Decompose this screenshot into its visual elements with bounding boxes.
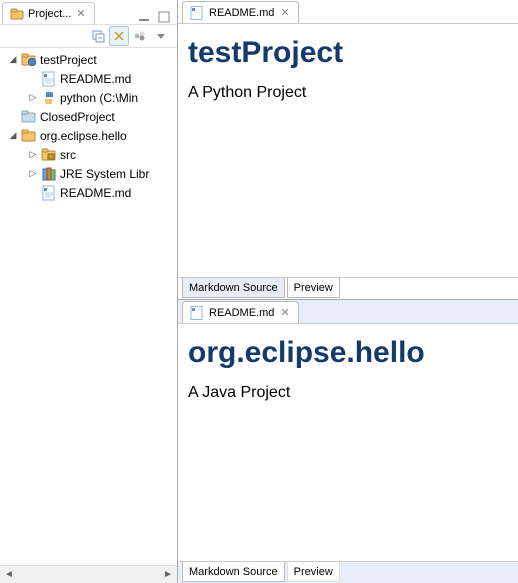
md-file-icon xyxy=(41,185,57,201)
project-explorer-tab[interactable]: Project... ✕ xyxy=(2,2,95,24)
preview-paragraph: A Java Project xyxy=(188,384,508,402)
markdown-source-tab[interactable]: Markdown Source xyxy=(182,562,285,582)
editor-readme-eclipse: README.md ✕ org.eclipse.hello A Java Pro… xyxy=(178,300,518,583)
editor-preview-body: testProject A Python Project xyxy=(178,24,518,277)
editor-bottom-tabs: Markdown Source Preview xyxy=(178,277,518,299)
horizontal-scrollbar[interactable]: ◄ ► xyxy=(0,565,177,583)
editor-readme-testproject: README.md ✕ testProject A Python Project… xyxy=(178,0,518,300)
project-explorer-toolbar xyxy=(0,24,177,48)
editor-tab-label: README.md xyxy=(209,7,274,19)
maximize-icon[interactable] xyxy=(157,10,171,24)
python-icon xyxy=(41,90,57,106)
jre-library-icon xyxy=(41,166,57,182)
md-file-icon xyxy=(41,71,57,87)
closed-project-icon xyxy=(21,109,37,125)
editor-tab[interactable]: README.md ✕ xyxy=(182,1,299,23)
close-icon[interactable]: ✕ xyxy=(278,6,291,19)
project-explorer-tab-label: Project... xyxy=(28,8,71,20)
md-file-icon xyxy=(189,5,205,21)
link-with-editor-button[interactable] xyxy=(109,26,129,46)
expand-toggle-icon[interactable]: ◢ xyxy=(8,55,18,65)
python-project-icon xyxy=(21,52,37,68)
preview-heading: org.eclipse.hello xyxy=(188,336,508,370)
view-menu-button[interactable] xyxy=(151,26,171,46)
tree-node-org-eclipse-hello[interactable]: ◢ org.eclipse.hello xyxy=(0,126,177,145)
project-tree: ◢ testProject ▸ README.md ▷ python (C:\M… xyxy=(0,48,177,565)
tree-label: testProject xyxy=(40,53,97,67)
tree-label: src xyxy=(60,148,76,162)
tree-label: ClosedProject xyxy=(40,110,115,124)
preview-tab[interactable]: Preview xyxy=(287,278,340,298)
editor-area: README.md ✕ testProject A Python Project… xyxy=(178,0,518,583)
close-icon[interactable]: ✕ xyxy=(278,306,291,319)
scroll-left-button[interactable]: ◄ xyxy=(0,567,18,583)
preview-tab[interactable]: Preview xyxy=(287,562,340,582)
tree-node-src[interactable]: ▷ src xyxy=(0,145,177,164)
expand-toggle-icon[interactable]: ◢ xyxy=(8,131,18,141)
md-file-icon xyxy=(189,305,205,321)
editor-tab[interactable]: README.md ✕ xyxy=(182,301,299,323)
editor-bottom-tabs: Markdown Source Preview xyxy=(178,561,518,583)
expand-toggle-icon[interactable]: ▷ xyxy=(28,169,38,179)
tree-node-closedproject[interactable]: ▸ ClosedProject xyxy=(0,107,177,126)
tree-label: JRE System Libr xyxy=(60,167,149,181)
tree-label: python (C:\Min xyxy=(60,91,138,105)
tree-label: README.md xyxy=(60,72,131,86)
expand-toggle-icon[interactable]: ▷ xyxy=(28,150,38,160)
editor-tab-label: README.md xyxy=(209,307,274,319)
minimize-icon[interactable] xyxy=(137,10,151,24)
tree-node-jre-system-library[interactable]: ▷ JRE System Libr xyxy=(0,164,177,183)
java-project-icon xyxy=(21,128,37,144)
tree-node-testproject[interactable]: ◢ testProject xyxy=(0,50,177,69)
preview-heading: testProject xyxy=(188,36,508,70)
tree-label: org.eclipse.hello xyxy=(40,129,127,143)
tree-label: README.md xyxy=(60,186,131,200)
project-explorer-view: Project... ✕ ◢ testProject xyxy=(0,0,178,583)
preview-paragraph: A Python Project xyxy=(188,84,508,102)
tree-node-readme-eclipse[interactable]: ▸ README.md xyxy=(0,183,177,202)
collapse-all-button[interactable] xyxy=(88,26,108,46)
view-tabbar: Project... ✕ xyxy=(0,0,177,24)
tree-node-python-env[interactable]: ▷ python (C:\Min xyxy=(0,88,177,107)
close-icon[interactable]: ✕ xyxy=(74,7,87,20)
expand-toggle-icon[interactable]: ▷ xyxy=(28,93,38,103)
editor-tabbar: README.md ✕ xyxy=(178,0,518,24)
scroll-right-button[interactable]: ► xyxy=(159,567,177,583)
folder-nav-icon xyxy=(9,6,25,22)
markdown-source-tab[interactable]: Markdown Source xyxy=(182,278,285,298)
filters-button[interactable] xyxy=(130,26,150,46)
package-folder-icon xyxy=(41,147,57,163)
editor-preview-body: org.eclipse.hello A Java Project xyxy=(178,324,518,561)
editor-tabbar: README.md ✕ xyxy=(178,300,518,324)
tree-node-readme-testproject[interactable]: ▸ README.md xyxy=(0,69,177,88)
